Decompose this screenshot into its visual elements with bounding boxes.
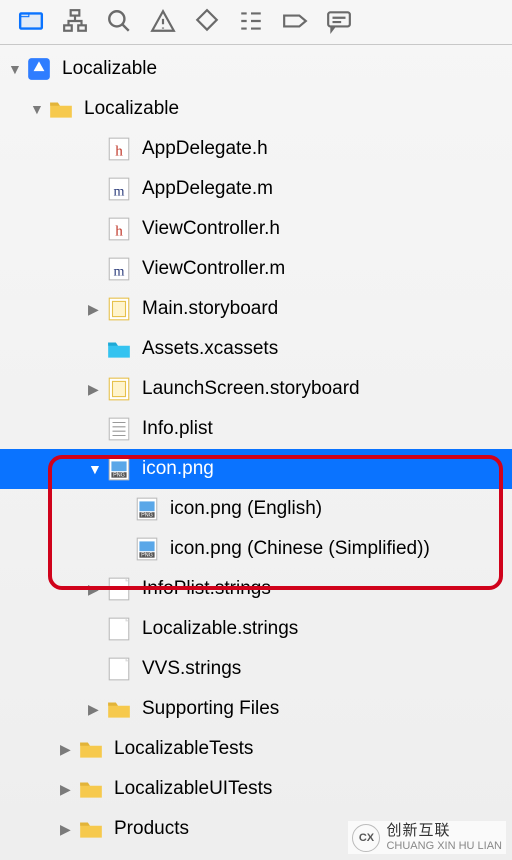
navigator-toolbar [0, 0, 512, 45]
strings-icon [106, 656, 132, 682]
chevron-right-icon[interactable]: ▶ [88, 301, 102, 318]
project-root-row[interactable]: ▼ Localizable [0, 49, 512, 89]
file-row[interactable]: ▶Assets.xcassets [0, 329, 512, 369]
project-navigator-tree: ▼ Localizable ▼ Localizable ▶ h AppDelegat… [0, 45, 512, 849]
watermark-logo-icon: CX [352, 824, 380, 852]
file-label: Info.plist [142, 418, 213, 440]
folder-label: Localizable [84, 98, 179, 120]
file-label: icon.png [142, 458, 214, 480]
chevron-down-icon[interactable]: ▼ [88, 461, 102, 477]
h-file-icon: h [106, 136, 132, 162]
file-label: LaunchScreen.storyboard [142, 378, 360, 400]
file-row[interactable]: ▶PNGicon.png (English) [0, 489, 512, 529]
file-row[interactable]: ▶VVS.strings [0, 649, 512, 689]
tag-icon[interactable] [282, 8, 308, 34]
search-icon[interactable] [106, 8, 132, 34]
svg-text:PNG: PNG [141, 553, 153, 559]
strings-icon [106, 616, 132, 642]
file-label: AppDelegate.m [142, 178, 273, 200]
folder-icon [78, 816, 104, 842]
folder-icon[interactable] [18, 8, 44, 34]
source-control-icon[interactable] [62, 8, 88, 34]
folder-icon [78, 736, 104, 762]
plist-icon [106, 416, 132, 442]
file-label: ViewController.h [142, 218, 280, 240]
chevron-down-icon[interactable]: ▼ [30, 101, 44, 117]
chevron-right-icon[interactable]: ▶ [60, 781, 74, 798]
file-label: ViewController.m [142, 258, 285, 280]
svg-text:m: m [114, 264, 125, 280]
file-row[interactable]: ▶ Main.storyboard [0, 289, 512, 329]
svg-text:m: m [114, 184, 125, 200]
file-label: icon.png (Chinese (Simplified)) [170, 538, 430, 560]
chevron-right-icon[interactable]: ▶ [60, 821, 74, 838]
chevron-right-icon[interactable]: ▶ [60, 741, 74, 758]
png-icon: PNG [134, 496, 160, 522]
list-icon[interactable] [238, 8, 264, 34]
svg-text:PNG: PNG [141, 513, 153, 519]
svg-text:PNG: PNG [113, 473, 125, 479]
file-label: AppDelegate.h [142, 138, 268, 160]
chevron-right-icon[interactable]: ▶ [88, 581, 102, 598]
file-row[interactable]: ▶hAppDelegate.h [0, 129, 512, 169]
xcode-project-icon [26, 56, 52, 82]
project-root-label: Localizable [62, 58, 157, 80]
group-label: LocalizableUITests [114, 778, 272, 800]
file-row[interactable]: ▶PNGicon.png (Chinese (Simplified)) [0, 529, 512, 569]
ribbon-icon[interactable] [194, 8, 220, 34]
file-row[interactable]: ▶mAppDelegate.m [0, 169, 512, 209]
file-row[interactable]: ▶mViewController.m [0, 249, 512, 289]
file-row[interactable]: ▶ Supporting Files [0, 689, 512, 729]
file-label: Main.storyboard [142, 298, 278, 320]
file-label: icon.png (English) [170, 498, 322, 520]
watermark-sub: CHUANG XIN HU LIAN [386, 840, 502, 852]
svg-text:h: h [115, 143, 123, 160]
m-file-icon: m [106, 256, 132, 282]
m-file-icon: m [106, 176, 132, 202]
file-label: VVS.strings [142, 658, 241, 680]
file-label: InfoPlist.strings [142, 578, 271, 600]
file-row[interactable]: ▶Localizable.strings [0, 609, 512, 649]
file-label: Supporting Files [142, 698, 279, 720]
comment-icon[interactable] [326, 8, 352, 34]
folder-icon [48, 96, 74, 122]
folder-icon [78, 776, 104, 802]
file-row[interactable]: ▼ PNG icon.png [0, 449, 512, 489]
png-icon: PNG [134, 536, 160, 562]
group-label: Products [114, 818, 189, 840]
xcassets-icon [106, 336, 132, 362]
watermark: CX 创新互联 CHUANG XIN HU LIAN [348, 821, 506, 854]
file-row[interactable]: ▶ LaunchScreen.storyboard [0, 369, 512, 409]
folder-yellow-icon [106, 696, 132, 722]
chevron-down-icon[interactable]: ▼ [8, 61, 22, 77]
storyboard-icon [106, 296, 132, 322]
group-row[interactable]: ▶ LocalizableTests [0, 729, 512, 769]
svg-text:h: h [115, 223, 123, 240]
file-label: Localizable.strings [142, 618, 298, 640]
file-row[interactable]: ▶hViewController.h [0, 209, 512, 249]
chevron-right-icon[interactable]: ▶ [88, 381, 102, 398]
file-label: Assets.xcassets [142, 338, 278, 360]
storyboard-icon [106, 376, 132, 402]
watermark-brand: 创新互联 [386, 823, 502, 840]
h-file-icon: h [106, 216, 132, 242]
strings-icon [106, 576, 132, 602]
png-icon: PNG [106, 456, 132, 482]
file-row[interactable]: ▶Info.plist [0, 409, 512, 449]
folder-row[interactable]: ▼ Localizable [0, 89, 512, 129]
file-row[interactable]: ▶ InfoPlist.strings [0, 569, 512, 609]
warning-icon[interactable] [150, 8, 176, 34]
group-label: LocalizableTests [114, 738, 253, 760]
chevron-right-icon[interactable]: ▶ [88, 701, 102, 718]
group-row[interactable]: ▶ LocalizableUITests [0, 769, 512, 809]
